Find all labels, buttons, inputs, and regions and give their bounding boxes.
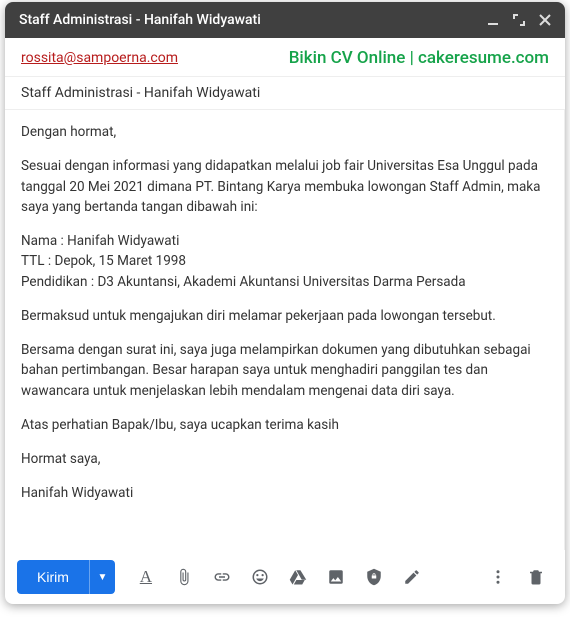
body-paragraph: Nama : Hanifah Widyawati TTL : Depok, 15… [21,231,548,292]
compose-toolbar: Kirim ▼ A [5,550,565,604]
body-paragraph: Hormat saya, [21,449,548,469]
body-paragraph: Bermaksud untuk mengajukan diri melamar … [21,306,548,326]
body-paragraph: Hanifah Widyawati [21,483,548,503]
recipients-row[interactable]: rossita@sampoerna.com Bikin CV Online | … [5,38,565,77]
expand-icon[interactable] [513,14,525,26]
send-button-group: Kirim ▼ [17,560,115,594]
body-paragraph: Atas perhatian Bapak/Ibu, saya ucapkan t… [21,415,548,435]
minimize-icon[interactable] [487,14,499,26]
close-icon[interactable] [539,14,551,26]
titlebar: Staff Administrasi - Hanifah Widyawati [5,2,565,38]
attach-file-icon[interactable] [167,561,201,593]
message-body[interactable]: Dengan hormat, Sesuai dengan informasi y… [5,110,565,550]
watermark-overlay: Bikin CV Online | cakeresume.com [289,48,549,68]
subject-field[interactable]: Staff Administrasi - Hanifah Widyawati [5,77,565,110]
send-button[interactable]: Kirim [17,560,89,594]
insert-link-icon[interactable] [205,561,239,593]
body-paragraph: Bersama dengan surat ini, saya juga mela… [21,340,548,401]
recipient-field[interactable]: rossita@sampoerna.com [21,50,178,66]
body-paragraph: Dengan hormat, [21,122,548,142]
compose-window: Staff Administrasi - Hanifah Widyawati r… [5,2,565,604]
insert-emoji-icon[interactable] [243,561,277,593]
discard-draft-icon[interactable] [519,561,553,593]
insert-photo-icon[interactable] [319,561,353,593]
window-title: Staff Administrasi - Hanifah Widyawati [19,12,487,28]
insert-drive-icon[interactable] [281,561,315,593]
body-paragraph: Sesuai dengan informasi yang didapatkan … [21,156,548,217]
more-options-icon[interactable] [481,561,515,593]
window-controls [487,14,551,26]
insert-signature-icon[interactable] [395,561,429,593]
recipient-email[interactable]: rossita@sampoerna.com [21,50,178,66]
formatting-icon[interactable]: A [129,561,163,593]
send-options-button[interactable]: ▼ [89,560,115,594]
confidential-mode-icon[interactable] [357,561,391,593]
